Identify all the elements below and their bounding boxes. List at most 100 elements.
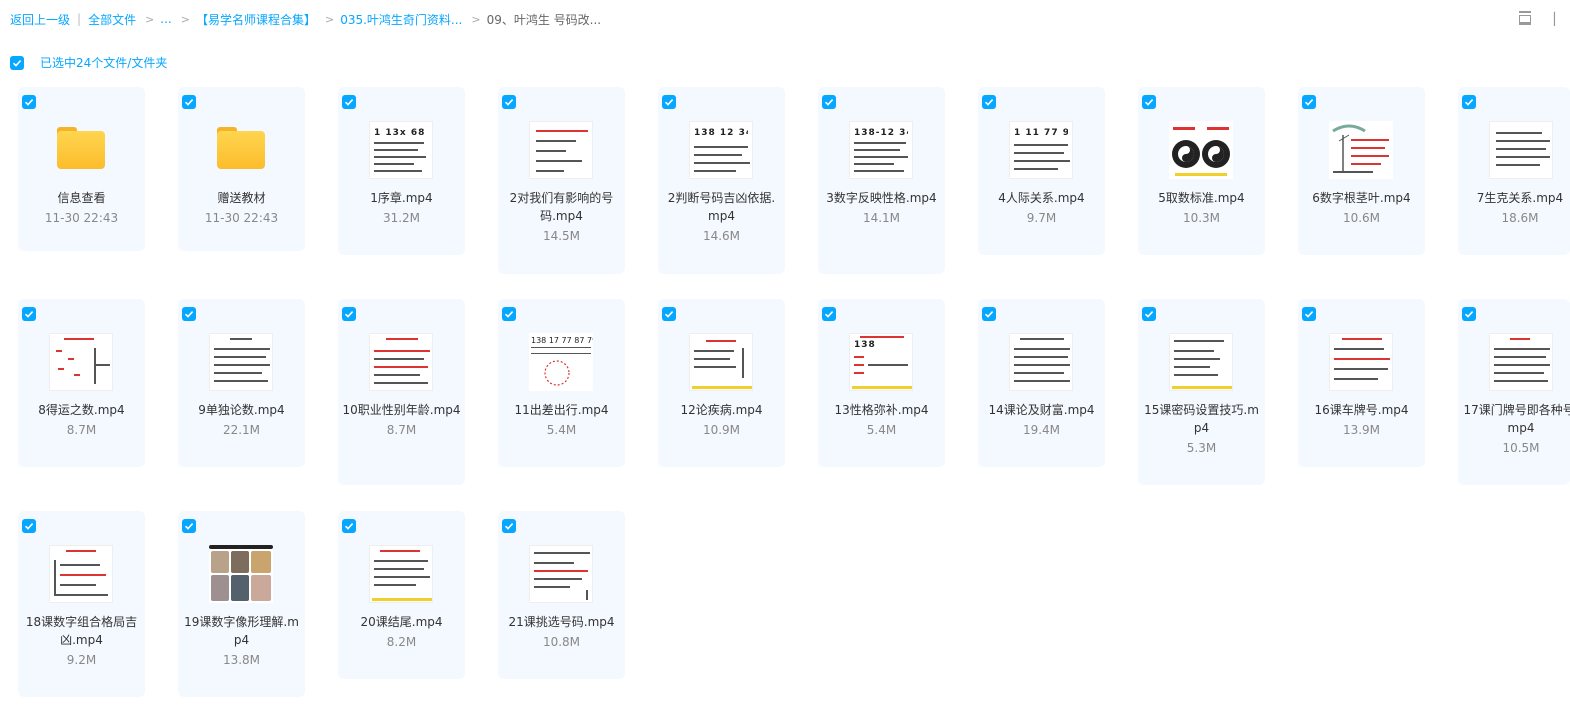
chevron-right-icon: > xyxy=(180,12,190,26)
breadcrumb-folder-2[interactable]: 035.叶鸿生奇门资料... xyxy=(340,11,462,28)
check-icon[interactable] xyxy=(822,95,836,109)
file-meta: 5.3M xyxy=(1186,441,1217,455)
file-name: 4人际关系.mp4 xyxy=(998,191,1085,205)
file-card[interactable]: 15课密码设置技巧.mp4 5.3M xyxy=(1138,299,1265,485)
file-meta: 13.8M xyxy=(222,653,261,667)
file-card[interactable]: 1 13x 68 41 70 90 1序章.mp4 31.2M xyxy=(338,87,465,255)
check-icon[interactable] xyxy=(982,307,996,321)
file-card[interactable]: 18课数字组合格局吉凶.mp4 9.2M xyxy=(18,511,145,697)
file-card[interactable]: 9单独论数.mp4 22.1M xyxy=(178,299,305,467)
check-icon[interactable] xyxy=(182,95,196,109)
file-card[interactable]: 138 12 34 56 7 2判断号码吉凶依据.mp4 14.6M xyxy=(658,87,785,274)
check-icon[interactable] xyxy=(182,519,196,533)
file-meta: 10.5M xyxy=(1502,441,1540,455)
file-card[interactable]: 20课结尾.mp4 8.2M xyxy=(338,511,465,679)
video-thumbnail xyxy=(529,545,593,603)
video-thumbnail: 1 13x 68 41 70 90 xyxy=(369,121,433,179)
video-thumbnail: 138 xyxy=(849,333,913,391)
breadcrumb-folder-1[interactable]: 【易学名师课程合集】 xyxy=(196,11,316,28)
more-icon[interactable]: ▏ xyxy=(1554,12,1563,26)
file-card[interactable]: 10职业性别年龄.mp4 8.7M xyxy=(338,299,465,485)
check-icon[interactable] xyxy=(342,307,356,321)
file-meta: 9.7M xyxy=(1026,211,1057,225)
file-card[interactable]: 19课数字像形理解.mp4 13.8M xyxy=(178,511,305,697)
file-card[interactable]: 14课论及财富.mp4 19.4M xyxy=(978,299,1105,467)
file-meta: 14.6M xyxy=(702,229,741,243)
file-meta: 19.4M xyxy=(1022,423,1061,437)
check-icon[interactable] xyxy=(342,95,356,109)
check-icon[interactable] xyxy=(822,307,836,321)
file-name: 7生克关系.mp4 xyxy=(1476,191,1564,205)
breadcrumb-divider: | xyxy=(77,12,82,26)
video-thumbnail xyxy=(1169,333,1233,391)
file-name: 6数字根茎叶.mp4 xyxy=(1312,191,1411,205)
file-card[interactable]: 138 17 77 87 79 11出差出行.mp4 5.4M xyxy=(498,299,625,467)
thumbnail-text: 138 12 34 56 7 xyxy=(694,128,748,138)
file-name: 2判断号码吉凶依据.mp4 xyxy=(667,191,776,223)
check-icon[interactable] xyxy=(662,307,676,321)
check-icon[interactable] xyxy=(182,307,196,321)
check-icon[interactable] xyxy=(1462,95,1476,109)
file-card[interactable]: 2对我们有影响的号码.mp4 14.5M xyxy=(498,87,625,274)
file-name: 16课车牌号.mp4 xyxy=(1314,403,1409,417)
file-meta: 14.1M xyxy=(862,211,901,225)
file-meta: 11-30 22:43 xyxy=(204,211,279,225)
check-icon[interactable] xyxy=(22,519,36,533)
check-icon[interactable] xyxy=(22,307,36,321)
list-view-icon[interactable] xyxy=(1517,10,1533,26)
breadcrumb-ellipsis[interactable]: ... xyxy=(160,12,171,26)
file-name: 11出差出行.mp4 xyxy=(514,403,609,417)
check-icon[interactable] xyxy=(662,95,676,109)
check-icon[interactable] xyxy=(502,519,516,533)
check-icon[interactable] xyxy=(1142,95,1156,109)
file-card[interactable]: 信息查看 11-30 22:43 xyxy=(18,87,145,251)
check-icon[interactable] xyxy=(1142,307,1156,321)
file-card[interactable]: 8得运之数.mp4 8.7M xyxy=(18,299,145,467)
check-icon[interactable] xyxy=(502,95,516,109)
back-link[interactable]: 返回上一级 xyxy=(10,11,70,28)
check-icon[interactable] xyxy=(1302,307,1316,321)
select-all[interactable]: 已选中24个文件/文件夹 xyxy=(10,54,167,71)
video-thumbnail: 1 11 77 98 3 xyxy=(1009,121,1073,179)
breadcrumb-all-files[interactable]: 全部文件 xyxy=(88,11,136,28)
video-thumbnail xyxy=(209,545,273,603)
file-card[interactable]: 赠送教材 11-30 22:43 xyxy=(178,87,305,251)
file-name: 9单独论数.mp4 xyxy=(198,403,285,417)
check-icon[interactable] xyxy=(10,55,24,70)
check-icon[interactable] xyxy=(982,95,996,109)
video-thumbnail xyxy=(369,333,433,391)
file-card[interactable]: 6数字根茎叶.mp4 10.6M xyxy=(1298,87,1425,255)
file-card[interactable]: 12论疾病.mp4 10.9M xyxy=(658,299,785,467)
check-icon[interactable] xyxy=(1302,95,1316,109)
check-icon[interactable] xyxy=(502,307,516,321)
file-meta: 10.3M xyxy=(1182,211,1221,225)
file-card[interactable]: 21课挑选号码.mp4 10.8M xyxy=(498,511,625,679)
selection-count: 已选中24个文件/文件夹 xyxy=(40,56,168,70)
file-name: 19课数字像形理解.mp4 xyxy=(184,615,299,647)
file-meta: 8.7M xyxy=(386,423,417,437)
file-card[interactable]: 138 13性格弥补.mp4 5.4M xyxy=(818,299,945,467)
thumbnail-text: 1 13x 68 41 70 90 xyxy=(374,128,428,138)
file-card[interactable]: 16课车牌号.mp4 13.9M xyxy=(1298,299,1425,467)
file-name: 8得运之数.mp4 xyxy=(38,403,125,417)
file-card[interactable]: 1 11 77 98 3 4人际关系.mp4 9.7M xyxy=(978,87,1105,255)
check-icon[interactable] xyxy=(22,95,36,109)
folder-icon xyxy=(217,127,265,169)
file-meta: 10.9M xyxy=(702,423,741,437)
file-name: 20课结尾.mp4 xyxy=(360,615,443,629)
file-card[interactable]: 17课门牌号即各种号.mp4 10.5M xyxy=(1458,299,1570,485)
file-card[interactable]: 138-12 34 56 78 3数字反映性格.mp4 14.1M xyxy=(818,87,945,274)
file-card[interactable]: 5取数标准.mp4 10.3M xyxy=(1138,87,1265,255)
check-icon[interactable] xyxy=(1462,307,1476,321)
thumbnail-text: 138 17 77 87 79 xyxy=(531,336,593,345)
file-card[interactable]: 7生克关系.mp4 18.6M xyxy=(1458,87,1570,255)
video-thumbnail xyxy=(529,121,593,179)
file-name: 14课论及财富.mp4 xyxy=(988,403,1095,417)
file-name: 信息查看 xyxy=(57,191,106,205)
file-name: 2对我们有影响的号码.mp4 xyxy=(509,191,614,223)
file-name: 5取数标准.mp4 xyxy=(1158,191,1245,205)
video-thumbnail xyxy=(1329,121,1393,179)
check-icon[interactable] xyxy=(342,519,356,533)
video-thumbnail xyxy=(1329,333,1393,391)
video-thumbnail xyxy=(209,333,273,391)
